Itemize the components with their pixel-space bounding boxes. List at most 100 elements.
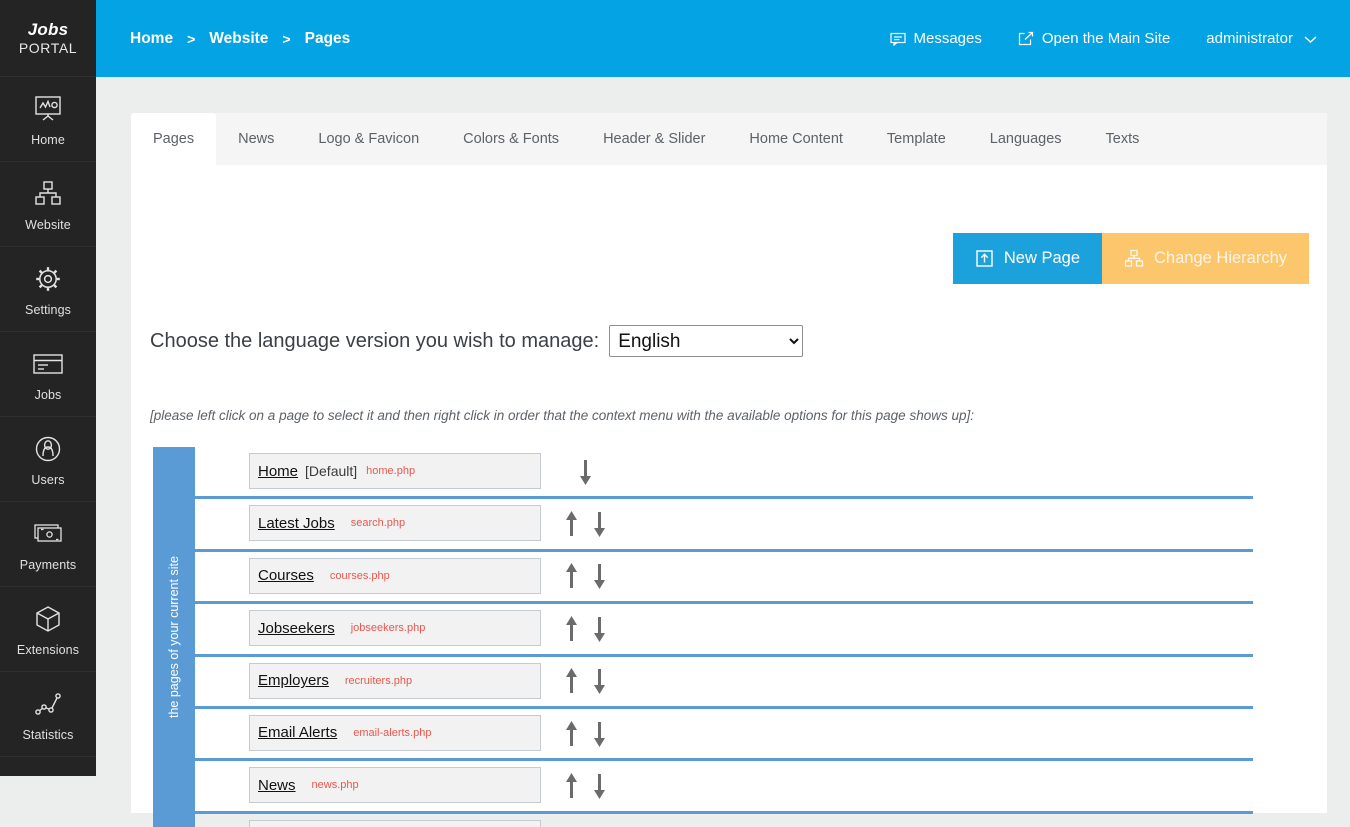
new-page-button[interactable]: New Page <box>952 233 1103 284</box>
breadcrumb-separator: > <box>187 30 196 47</box>
page-item[interactable]: Courses courses.php <box>249 557 541 594</box>
move-up-arrow-icon[interactable] <box>565 719 578 749</box>
breadcrumb: Home > Website > Pages <box>130 30 350 48</box>
breadcrumb-separator: > <box>282 30 291 47</box>
tab-colors-fonts[interactable]: Colors & Fonts <box>441 113 581 165</box>
page-row-arrows <box>555 761 665 810</box>
page-name: Employers <box>258 672 329 690</box>
tab-languages[interactable]: Languages <box>968 113 1084 165</box>
page-tree-rows: Home [Default] home.php Latest Jobs sear… <box>195 447 1253 827</box>
panel-body: New Page Change Hierarchy Choose the lan… <box>131 165 1327 827</box>
sidebar-item-statistics[interactable]: Statistics <box>0 672 96 757</box>
sidebar-item-partial[interactable] <box>0 757 96 776</box>
move-down-arrow-icon[interactable] <box>593 666 606 696</box>
user-menu-button[interactable]: administrator <box>1206 30 1318 47</box>
action-buttons: New Page Change Hierarchy <box>952 233 1309 284</box>
language-chooser: Choose the language version you wish to … <box>150 325 804 357</box>
page-tree-row: Jobseekers jobseekers.php <box>195 604 1253 657</box>
breadcrumb-item-pages[interactable]: Pages <box>305 30 351 48</box>
tab-bar: Pages News Logo & Favicon Colors & Fonts… <box>131 113 1327 165</box>
sidebar-item-label: Jobs <box>34 388 62 402</box>
page-file: recruiters.php <box>344 674 413 687</box>
sidebar-item-website[interactable]: Website <box>0 162 96 247</box>
breadcrumb-item-website[interactable]: Website <box>209 30 268 48</box>
page-tree: the pages of your current site Home [Def… <box>153 447 1253 827</box>
external-link-icon <box>1018 31 1034 46</box>
change-hierarchy-label: Change Hierarchy <box>1154 249 1287 267</box>
move-down-arrow-icon[interactable] <box>593 614 606 644</box>
page-item[interactable]: Employers recruiters.php <box>249 662 541 699</box>
message-bubble-icon <box>889 32 906 46</box>
line-chart-icon <box>33 686 63 722</box>
move-up-arrow-icon[interactable] <box>565 666 578 696</box>
breadcrumb-item-home[interactable]: Home <box>130 30 173 48</box>
hierarchy-icon <box>1124 249 1144 268</box>
sidebar-item-label: Payments <box>19 558 77 572</box>
page-row-arrows <box>555 709 665 758</box>
page-item[interactable]: Home [Default] home.php <box>249 453 541 489</box>
content-panel: Pages News Logo & Favicon Colors & Fonts… <box>131 113 1327 827</box>
page-item[interactable]: Jobseekers jobseekers.php <box>249 610 541 647</box>
language-chooser-label: Choose the language version you wish to … <box>150 329 600 352</box>
language-select[interactable]: English <box>609 325 804 357</box>
page-name: Email Alerts <box>258 724 338 742</box>
page-item[interactable]: Email Alerts email-alerts.php <box>249 714 541 751</box>
page-file: search.php <box>350 517 406 530</box>
sidebar-item-home[interactable]: Home <box>0 77 96 162</box>
sidebar-item-label: Statistics <box>22 728 74 742</box>
chevron-down-icon <box>1303 34 1318 44</box>
tab-template[interactable]: Template <box>865 113 968 165</box>
page-name: Home <box>258 462 299 480</box>
page-row-arrows <box>555 657 665 706</box>
open-main-site-label: Open the Main Site <box>1041 30 1171 47</box>
sitemap-icon <box>33 176 63 212</box>
tab-home-content[interactable]: Home Content <box>727 113 865 165</box>
move-up-arrow-icon[interactable] <box>565 614 578 644</box>
tab-pages[interactable]: Pages <box>131 113 217 165</box>
cube-icon <box>33 601 63 637</box>
page-name: Jobseekers <box>258 619 335 637</box>
user-menu-label: administrator <box>1206 30 1293 47</box>
sidebar-item-users[interactable]: Users <box>0 417 96 502</box>
move-down-arrow-icon[interactable] <box>579 457 592 487</box>
page-tree-row: Email Alerts email-alerts.php <box>195 709 1253 762</box>
page-row-arrows <box>555 499 665 548</box>
open-main-site-button[interactable]: Open the Main Site <box>1018 30 1170 47</box>
tab-texts[interactable]: Texts <box>1084 113 1162 165</box>
tab-logo-favicon[interactable]: Logo & Favicon <box>296 113 441 165</box>
page-row-arrows <box>555 447 665 496</box>
move-up-arrow-icon[interactable] <box>565 509 578 539</box>
page-row-arrows <box>555 552 665 601</box>
move-up-arrow-icon[interactable] <box>565 561 578 591</box>
sidebar-item-label: Settings <box>25 303 71 317</box>
new-page-label: New Page <box>1003 249 1081 267</box>
banknotes-icon <box>32 516 64 552</box>
change-hierarchy-button[interactable]: Change Hierarchy <box>1102 233 1309 284</box>
messages-button[interactable]: Messages <box>889 30 982 47</box>
sidebar-item-label: Users <box>31 473 65 487</box>
sidebar-item-payments[interactable]: Payments <box>0 502 96 587</box>
top-header-actions: Messages Open the Main Site administrato… <box>854 30 1319 47</box>
sidebar-item-label: Website <box>25 218 71 232</box>
page-tree-side-label: the pages of your current site <box>167 556 181 718</box>
page-item[interactable]: News news.php <box>249 767 541 804</box>
page-row-arrows <box>555 604 665 653</box>
sidebar-item-jobs[interactable]: Jobs <box>0 332 96 417</box>
tab-header-slider[interactable]: Header & Slider <box>581 113 727 165</box>
sidebar-item-extensions[interactable]: Extensions <box>0 587 96 672</box>
sidebar: Jobs PORTAL Home Website Settings Jobs U… <box>0 0 96 776</box>
app-logo[interactable]: Jobs PORTAL <box>0 0 96 77</box>
page-item[interactable] <box>249 819 541 827</box>
page-tree-row: Home [Default] home.php <box>195 447 1253 500</box>
move-down-arrow-icon[interactable] <box>593 509 606 539</box>
tab-news[interactable]: News <box>216 113 296 165</box>
sidebar-item-settings[interactable]: Settings <box>0 247 96 332</box>
page-tree-side-bar: the pages of your current site <box>153 447 195 827</box>
move-down-arrow-icon[interactable] <box>593 561 606 591</box>
page-tree-row-partial <box>195 814 1253 827</box>
page-tree-row: Employers recruiters.php <box>195 657 1253 709</box>
page-tree-row: News news.php <box>195 761 1253 814</box>
page-item[interactable]: Latest Jobs search.php <box>249 505 541 542</box>
move-down-arrow-icon[interactable] <box>593 719 606 749</box>
page-name: Latest Jobs <box>258 514 335 532</box>
